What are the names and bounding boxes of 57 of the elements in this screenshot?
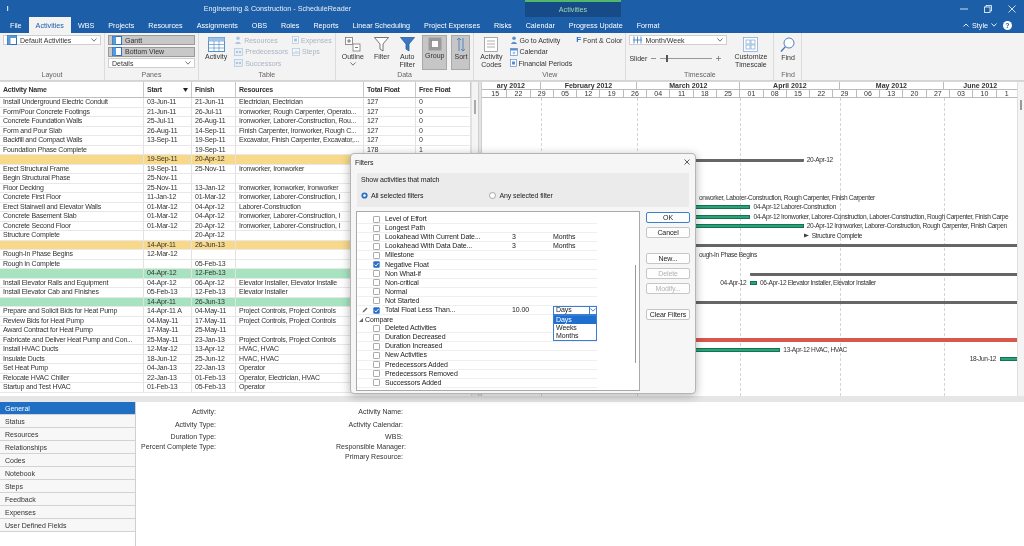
list-icon <box>484 37 499 52</box>
checkbox[interactable] <box>373 288 380 296</box>
person-icon <box>234 36 243 44</box>
checkbox[interactable] <box>373 351 380 359</box>
radio-button[interactable] <box>361 192 368 199</box>
checkbox[interactable] <box>373 279 380 287</box>
minus-icon[interactable] <box>651 56 657 61</box>
grid-icon <box>743 37 759 52</box>
scrollbar[interactable] <box>1017 82 1024 396</box>
document-icon <box>291 36 299 44</box>
plus-icon[interactable] <box>716 56 722 61</box>
boxes-icon <box>234 59 244 67</box>
font-icon: F <box>576 36 582 44</box>
scrollbar[interactable] <box>634 265 636 363</box>
checkbox[interactable] <box>373 306 380 314</box>
caret-icon <box>717 38 724 42</box>
sort-icon <box>455 37 466 52</box>
table-icon <box>207 37 225 52</box>
calendar-icon <box>509 47 518 56</box>
checkbox[interactable] <box>373 224 380 232</box>
collapse-icon[interactable] <box>359 317 363 322</box>
outline-icon <box>344 37 361 52</box>
restore-icon[interactable] <box>984 4 992 13</box>
task-bar <box>1000 357 1017 362</box>
chart-icon <box>291 47 300 56</box>
search-icon <box>780 37 796 53</box>
checkbox[interactable] <box>373 361 380 369</box>
checkbox[interactable] <box>373 324 380 332</box>
checkbox[interactable] <box>373 333 380 341</box>
checkbox[interactable] <box>373 270 380 278</box>
checkbox[interactable] <box>373 242 380 250</box>
caret-icon <box>185 61 191 65</box>
timescale-icon <box>633 36 643 44</box>
checkbox[interactable] <box>373 297 380 305</box>
caret-icon <box>991 23 997 27</box>
boxes-icon <box>234 47 244 56</box>
app-icon <box>6 5 9 12</box>
checkbox[interactable] <box>373 233 380 241</box>
checkbox[interactable] <box>373 342 380 350</box>
checkbox[interactable] <box>373 251 380 259</box>
filter-icon <box>399 37 415 52</box>
radio-button[interactable] <box>489 192 497 199</box>
person-icon <box>509 36 518 44</box>
task-bar <box>750 281 758 286</box>
checkbox[interactable] <box>373 379 380 387</box>
checkbox[interactable] <box>373 370 380 378</box>
milestone-marker <box>803 233 809 239</box>
caret-icon <box>91 38 97 42</box>
pane-icon <box>112 47 122 56</box>
caret-up-icon[interactable] <box>963 23 969 27</box>
group-icon <box>427 37 442 51</box>
document-icon <box>509 59 517 67</box>
close-icon[interactable] <box>684 159 690 165</box>
filter-icon <box>374 37 390 52</box>
slider-thumb[interactable] <box>666 55 669 62</box>
checkbox[interactable] <box>373 215 380 223</box>
table-cell <box>144 231 192 241</box>
